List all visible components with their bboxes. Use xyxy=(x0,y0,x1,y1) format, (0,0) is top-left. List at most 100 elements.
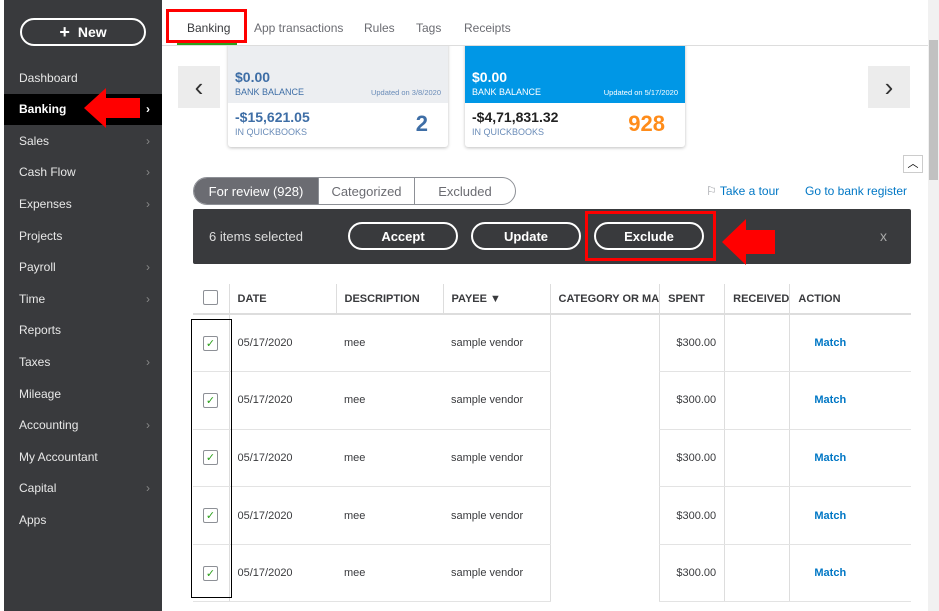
tab-app-transactions[interactable]: App transactions xyxy=(254,21,343,35)
payee-cell: sample vendor xyxy=(443,371,550,430)
sidebar-item-label: Sales xyxy=(19,133,50,148)
sidebar-item-mileage[interactable]: Mileage xyxy=(4,378,162,409)
col-date[interactable]: DATE xyxy=(228,284,336,315)
sidebar-item-label: Time xyxy=(19,291,46,306)
category-cell[interactable] xyxy=(549,486,660,545)
col-spent[interactable]: SPENT xyxy=(659,284,725,315)
table-row[interactable]: ✓ 05/17/2020 mee sample vendor $300.00 Match xyxy=(193,486,911,545)
sidebar-item-label: Reports xyxy=(19,323,62,338)
annotation-box-checkboxes xyxy=(191,319,232,598)
col-category[interactable]: CATEGORY OR MA xyxy=(549,284,660,315)
chevron-right-icon: › xyxy=(146,354,150,369)
collapse-cards-button[interactable]: ︿ xyxy=(903,155,923,173)
segment-categorized[interactable]: Categorized xyxy=(318,178,414,204)
match-link[interactable]: Match xyxy=(789,486,911,545)
selected-count: 6 items selected xyxy=(209,229,303,244)
transactions-table: DATE DESCRIPTION PAYEE ▼ CATEGORY OR MA … xyxy=(193,284,911,603)
spent-cell: $300.00 xyxy=(659,544,725,603)
date-cell: 05/17/2020 xyxy=(228,371,336,430)
table-row[interactable]: ✓ 05/17/2020 mee sample vendor $300.00 Match xyxy=(193,371,911,430)
table-header: DATE DESCRIPTION PAYEE ▼ CATEGORY OR MA … xyxy=(193,284,911,315)
date-cell: 05/17/2020 xyxy=(228,429,336,488)
sidebar-item-label: Payroll xyxy=(19,260,56,275)
received-cell xyxy=(724,371,790,430)
table-row[interactable]: ✓ 05/17/2020 mee sample vendor $300.00 Match xyxy=(193,429,911,488)
chevron-right-icon: › xyxy=(146,165,150,180)
sidebar-item-capital[interactable]: Capital › xyxy=(4,473,162,504)
spent-cell: $300.00 xyxy=(659,486,725,545)
annotation-arrow-banking xyxy=(84,88,140,128)
annotation-box-exclude xyxy=(585,211,716,261)
payee-cell: sample vendor xyxy=(443,314,550,373)
plus-icon: + xyxy=(59,21,70,42)
description-cell: mee xyxy=(336,371,443,430)
sidebar-item-apps[interactable]: Apps xyxy=(4,504,162,535)
sidebar-item-taxes[interactable]: Taxes › xyxy=(4,346,162,377)
chevron-right-icon: › xyxy=(146,196,150,211)
match-link[interactable]: Match xyxy=(789,429,911,488)
payee-cell: sample vendor xyxy=(443,544,550,603)
tab-rules[interactable]: Rules xyxy=(364,21,395,35)
review-count: 928 xyxy=(628,111,665,136)
sidebar-item-time[interactable]: Time › xyxy=(4,283,162,314)
chevron-right-icon: › xyxy=(146,418,150,433)
segment-for-review[interactable]: For review (928) xyxy=(194,178,318,204)
sidebar-item-reports[interactable]: Reports xyxy=(4,315,162,346)
review-segmented-control: For review (928) Categorized Excluded xyxy=(193,177,516,205)
sidebar-item-label: My Accountant xyxy=(19,449,98,464)
batch-action-bar: 6 items selected Accept Update Exclude x xyxy=(193,209,911,264)
sidebar-item-payroll[interactable]: Payroll › xyxy=(4,252,162,283)
category-cell[interactable] xyxy=(549,429,660,487)
match-link[interactable]: Match xyxy=(789,371,911,430)
account-card[interactable]: $0.00 BANK BALANCE Updated on 3/8/2020 -… xyxy=(228,40,448,147)
category-cell[interactable] xyxy=(549,544,660,602)
sidebar-item-label: Banking xyxy=(19,102,67,117)
take-a-tour-link[interactable]: ⚐ Take a tour xyxy=(706,184,779,198)
sidebar-item-projects[interactable]: Projects xyxy=(4,220,162,251)
col-action: ACTION xyxy=(789,284,911,315)
table-row[interactable]: ✓ 05/17/2020 mee sample vendor $300.00 Match xyxy=(193,314,911,373)
active-tab-underline xyxy=(177,43,237,45)
segment-excluded[interactable]: Excluded xyxy=(414,178,515,204)
sidebar-item-accounting[interactable]: Accounting › xyxy=(4,410,162,441)
payee-cell: sample vendor xyxy=(443,429,550,488)
scrollbar[interactable] xyxy=(928,0,939,611)
sidebar-item-label: Expenses xyxy=(19,196,72,211)
category-cell[interactable] xyxy=(549,371,660,430)
accept-button[interactable]: Accept xyxy=(348,222,458,250)
annotation-box-banking-tab xyxy=(166,9,247,43)
close-icon[interactable]: x xyxy=(880,228,887,244)
update-button[interactable]: Update xyxy=(471,222,581,250)
match-link[interactable]: Match xyxy=(789,544,911,603)
annotation-arrow-exclude xyxy=(722,219,775,265)
bank-register-link[interactable]: Go to bank register xyxy=(805,184,907,198)
new-button[interactable]: + New xyxy=(20,18,146,46)
received-cell xyxy=(724,429,790,488)
sidebar-item-cash-flow[interactable]: Cash Flow › xyxy=(4,157,162,188)
col-payee[interactable]: PAYEE ▼ xyxy=(442,284,550,315)
tab-receipts[interactable]: Receipts xyxy=(464,21,511,35)
category-cell[interactable] xyxy=(549,314,660,372)
select-all-checkbox[interactable] xyxy=(203,289,218,305)
sidebar-item-sales[interactable]: Sales › xyxy=(4,125,162,156)
match-link[interactable]: Match xyxy=(789,314,911,373)
payee-cell: sample vendor xyxy=(443,486,550,545)
prev-account-button[interactable]: ‹ xyxy=(178,66,220,108)
sidebar-item-label: Accounting xyxy=(19,418,79,433)
account-card-selected[interactable]: $0.00 BANK BALANCE Updated on 5/17/2020 … xyxy=(465,40,685,147)
chevron-right-icon: › xyxy=(146,481,150,496)
col-received[interactable]: RECEIVED xyxy=(724,284,790,315)
banking-tabs: Banking App transactions Rules Tags Rece… xyxy=(162,0,928,46)
sidebar-item-my-accountant[interactable]: My Accountant xyxy=(4,441,162,472)
review-count: 2 xyxy=(415,111,428,136)
description-cell: mee xyxy=(336,544,443,603)
chevron-right-icon: › xyxy=(146,260,150,275)
scrollbar-thumb[interactable] xyxy=(929,40,938,180)
chevron-right-icon: › xyxy=(146,133,150,148)
next-account-button[interactable]: › xyxy=(868,66,910,108)
received-cell xyxy=(724,544,790,603)
col-description[interactable]: DESCRIPTION xyxy=(335,284,443,315)
tab-tags[interactable]: Tags xyxy=(416,21,441,35)
sidebar-item-expenses[interactable]: Expenses › xyxy=(4,188,162,219)
table-row[interactable]: ✓ 05/17/2020 mee sample vendor $300.00 Match xyxy=(193,544,911,603)
